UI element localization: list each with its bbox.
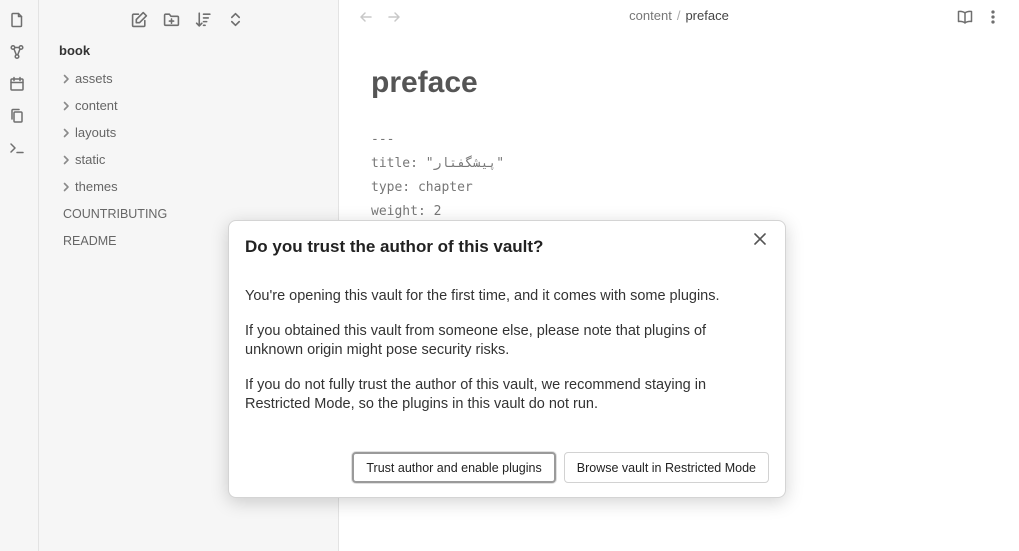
dialog-paragraph: You're opening this vault for the first … (245, 288, 720, 304)
dialog-paragraph: If you obtained this vault from someone … (245, 323, 707, 358)
dialog-body: You're opening this vault for the first … (245, 287, 765, 430)
trust-author-button[interactable]: Trust author and enable plugins (352, 452, 556, 483)
dialog-title: Do you trust the author of this vault? (245, 237, 544, 256)
trust-author-dialog: Do you trust the author of this vault? Y… (228, 220, 786, 498)
restricted-mode-button[interactable]: Browse vault in Restricted Mode (563, 452, 769, 483)
dialog-buttons: Trust author and enable plugins Browse v… (352, 452, 769, 483)
dialog-paragraph: If you do not fully trust the author of … (245, 377, 707, 412)
close-icon[interactable] (751, 230, 769, 248)
